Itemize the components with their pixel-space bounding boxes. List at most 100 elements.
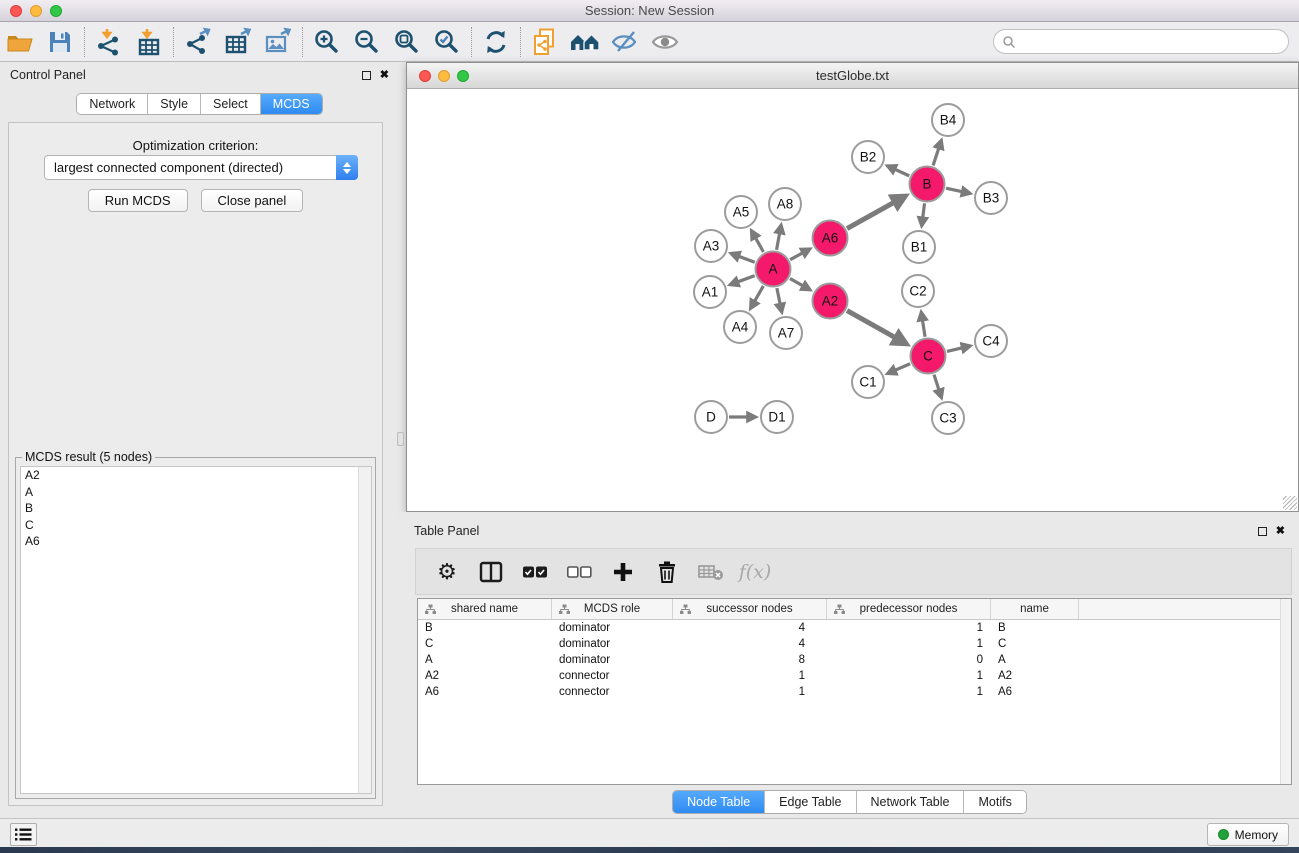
export-image-button[interactable] (258, 25, 298, 59)
search-input[interactable] (1016, 35, 1288, 49)
node-C1[interactable]: C1 (852, 366, 884, 398)
column-header-predecessor-nodes[interactable]: predecessor nodes (827, 599, 991, 619)
node-C2[interactable]: C2 (902, 275, 934, 307)
table-settings-button[interactable]: ⚙ (432, 557, 462, 587)
result-item[interactable]: A2 (21, 467, 371, 484)
close-table-panel-icon[interactable]: ✖ (1276, 527, 1285, 536)
node-A7[interactable]: A7 (770, 317, 802, 349)
node-D[interactable]: D (695, 401, 727, 433)
delete-column-button[interactable] (652, 557, 682, 587)
open-session-button[interactable] (0, 25, 40, 59)
add-column-button[interactable] (608, 557, 638, 587)
node-C4[interactable]: C4 (975, 325, 1007, 357)
network-canvas[interactable]: AA1A2A3A4A5A6A7A8BB1B2B3B4CC1C2C3C4DD1 (407, 89, 1298, 511)
tab-node-table[interactable]: Node Table (673, 791, 765, 813)
table-cell[interactable]: dominator (552, 622, 673, 634)
table-cell[interactable]: dominator (552, 638, 673, 650)
zoom-network-button[interactable] (457, 70, 469, 82)
close-panel-icon[interactable]: ✖ (380, 71, 389, 80)
column-header-successor-nodes[interactable]: successor nodes (673, 599, 827, 619)
node-D1[interactable]: D1 (761, 401, 793, 433)
table-cell[interactable]: 1 (673, 670, 827, 682)
table-row[interactable]: Bdominator41B (418, 620, 1291, 636)
show-graphics-details-button[interactable] (645, 25, 685, 59)
save-session-button[interactable] (40, 25, 80, 59)
node-A5[interactable]: A5 (725, 196, 757, 228)
node-A1[interactable]: A1 (694, 276, 726, 308)
node-B4[interactable]: B4 (932, 104, 964, 136)
minimize-window-button[interactable] (30, 5, 42, 17)
node-C3[interactable]: C3 (932, 402, 964, 434)
column-header-shared-name[interactable]: shared name (418, 599, 552, 619)
network-from-file-button[interactable] (525, 25, 565, 59)
function-builder-button[interactable]: f(x) (740, 557, 770, 587)
import-table-button[interactable] (129, 25, 169, 59)
window-resize-grip[interactable] (1283, 496, 1297, 510)
node-B2[interactable]: B2 (852, 141, 884, 173)
edge-C-C4[interactable] (947, 346, 969, 351)
refresh-button[interactable] (476, 25, 516, 59)
edge-A-A4[interactable] (751, 286, 763, 308)
table-cell[interactable]: A2 (418, 670, 552, 682)
result-item[interactable]: A (21, 484, 371, 501)
task-history-button[interactable] (10, 823, 37, 846)
close-window-button[interactable] (10, 5, 22, 17)
zoom-in-button[interactable] (307, 25, 347, 59)
table-cell[interactable]: B (418, 622, 552, 634)
table-cell[interactable]: A6 (418, 686, 552, 698)
node-C[interactable]: C (911, 339, 946, 374)
zoom-window-button[interactable] (50, 5, 62, 17)
table-row[interactable]: Adominator80A (418, 652, 1291, 668)
node-A8[interactable]: A8 (769, 188, 801, 220)
select-all-button[interactable] (520, 557, 550, 587)
edge-B-B4[interactable] (933, 141, 941, 165)
float-panel-icon[interactable] (362, 71, 371, 80)
table-cell[interactable]: 1 (673, 686, 827, 698)
home-button[interactable] (565, 25, 605, 59)
node-A6[interactable]: A6 (813, 221, 848, 256)
table-cell[interactable]: connector (552, 670, 673, 682)
edge-B-B1[interactable] (922, 203, 925, 224)
table-row[interactable]: Cdominator41C (418, 636, 1291, 652)
node-A[interactable]: A (756, 252, 791, 287)
result-item[interactable]: C (21, 517, 371, 534)
export-network-button[interactable] (178, 25, 218, 59)
column-header-name[interactable]: name (991, 599, 1079, 619)
minimize-network-button[interactable] (438, 70, 450, 82)
search-field[interactable] (993, 29, 1289, 54)
zoom-fit-button[interactable] (387, 25, 427, 59)
tab-select[interactable]: Select (201, 94, 261, 114)
edge-B-B2[interactable] (888, 166, 909, 176)
list-scrollbar[interactable] (358, 467, 371, 793)
edge-A-A1[interactable] (731, 276, 755, 285)
table-cell[interactable]: 0 (827, 654, 991, 666)
criterion-dropdown[interactable]: largest connected component (directed) (44, 155, 358, 180)
edge-A-A2[interactable] (790, 279, 809, 290)
run-mcds-button[interactable]: Run MCDS (88, 189, 188, 212)
zoom-out-button[interactable] (347, 25, 387, 59)
mcds-result-list[interactable]: A2ABCA6 (20, 466, 372, 794)
node-B[interactable]: B (910, 167, 945, 202)
tab-style[interactable]: Style (148, 94, 201, 114)
node-A3[interactable]: A3 (695, 230, 727, 262)
edge-A2-C[interactable] (847, 311, 905, 343)
node-A4[interactable]: A4 (724, 311, 756, 343)
table-cell[interactable]: 1 (827, 622, 991, 634)
export-table-button[interactable] (218, 25, 258, 59)
delete-table-button[interactable] (696, 557, 726, 587)
edge-A6-B[interactable] (847, 197, 904, 229)
tab-motifs[interactable]: Motifs (964, 791, 1025, 813)
close-panel-button[interactable]: Close panel (201, 189, 304, 212)
result-item[interactable]: B (21, 500, 371, 517)
edge-A-A8[interactable] (777, 226, 781, 250)
result-item[interactable]: A6 (21, 533, 371, 550)
node-A2[interactable]: A2 (813, 284, 848, 319)
memory-button[interactable]: Memory (1207, 823, 1289, 846)
table-cell[interactable]: 4 (673, 622, 827, 634)
table-cell[interactable]: A2 (991, 670, 1079, 682)
splitpane-grip[interactable] (397, 432, 404, 446)
tab-network-table[interactable]: Network Table (857, 791, 965, 813)
node-table[interactable]: shared nameMCDS rolesuccessor nodesprede… (417, 598, 1292, 785)
close-network-button[interactable] (419, 70, 431, 82)
table-cell[interactable]: 1 (827, 638, 991, 650)
